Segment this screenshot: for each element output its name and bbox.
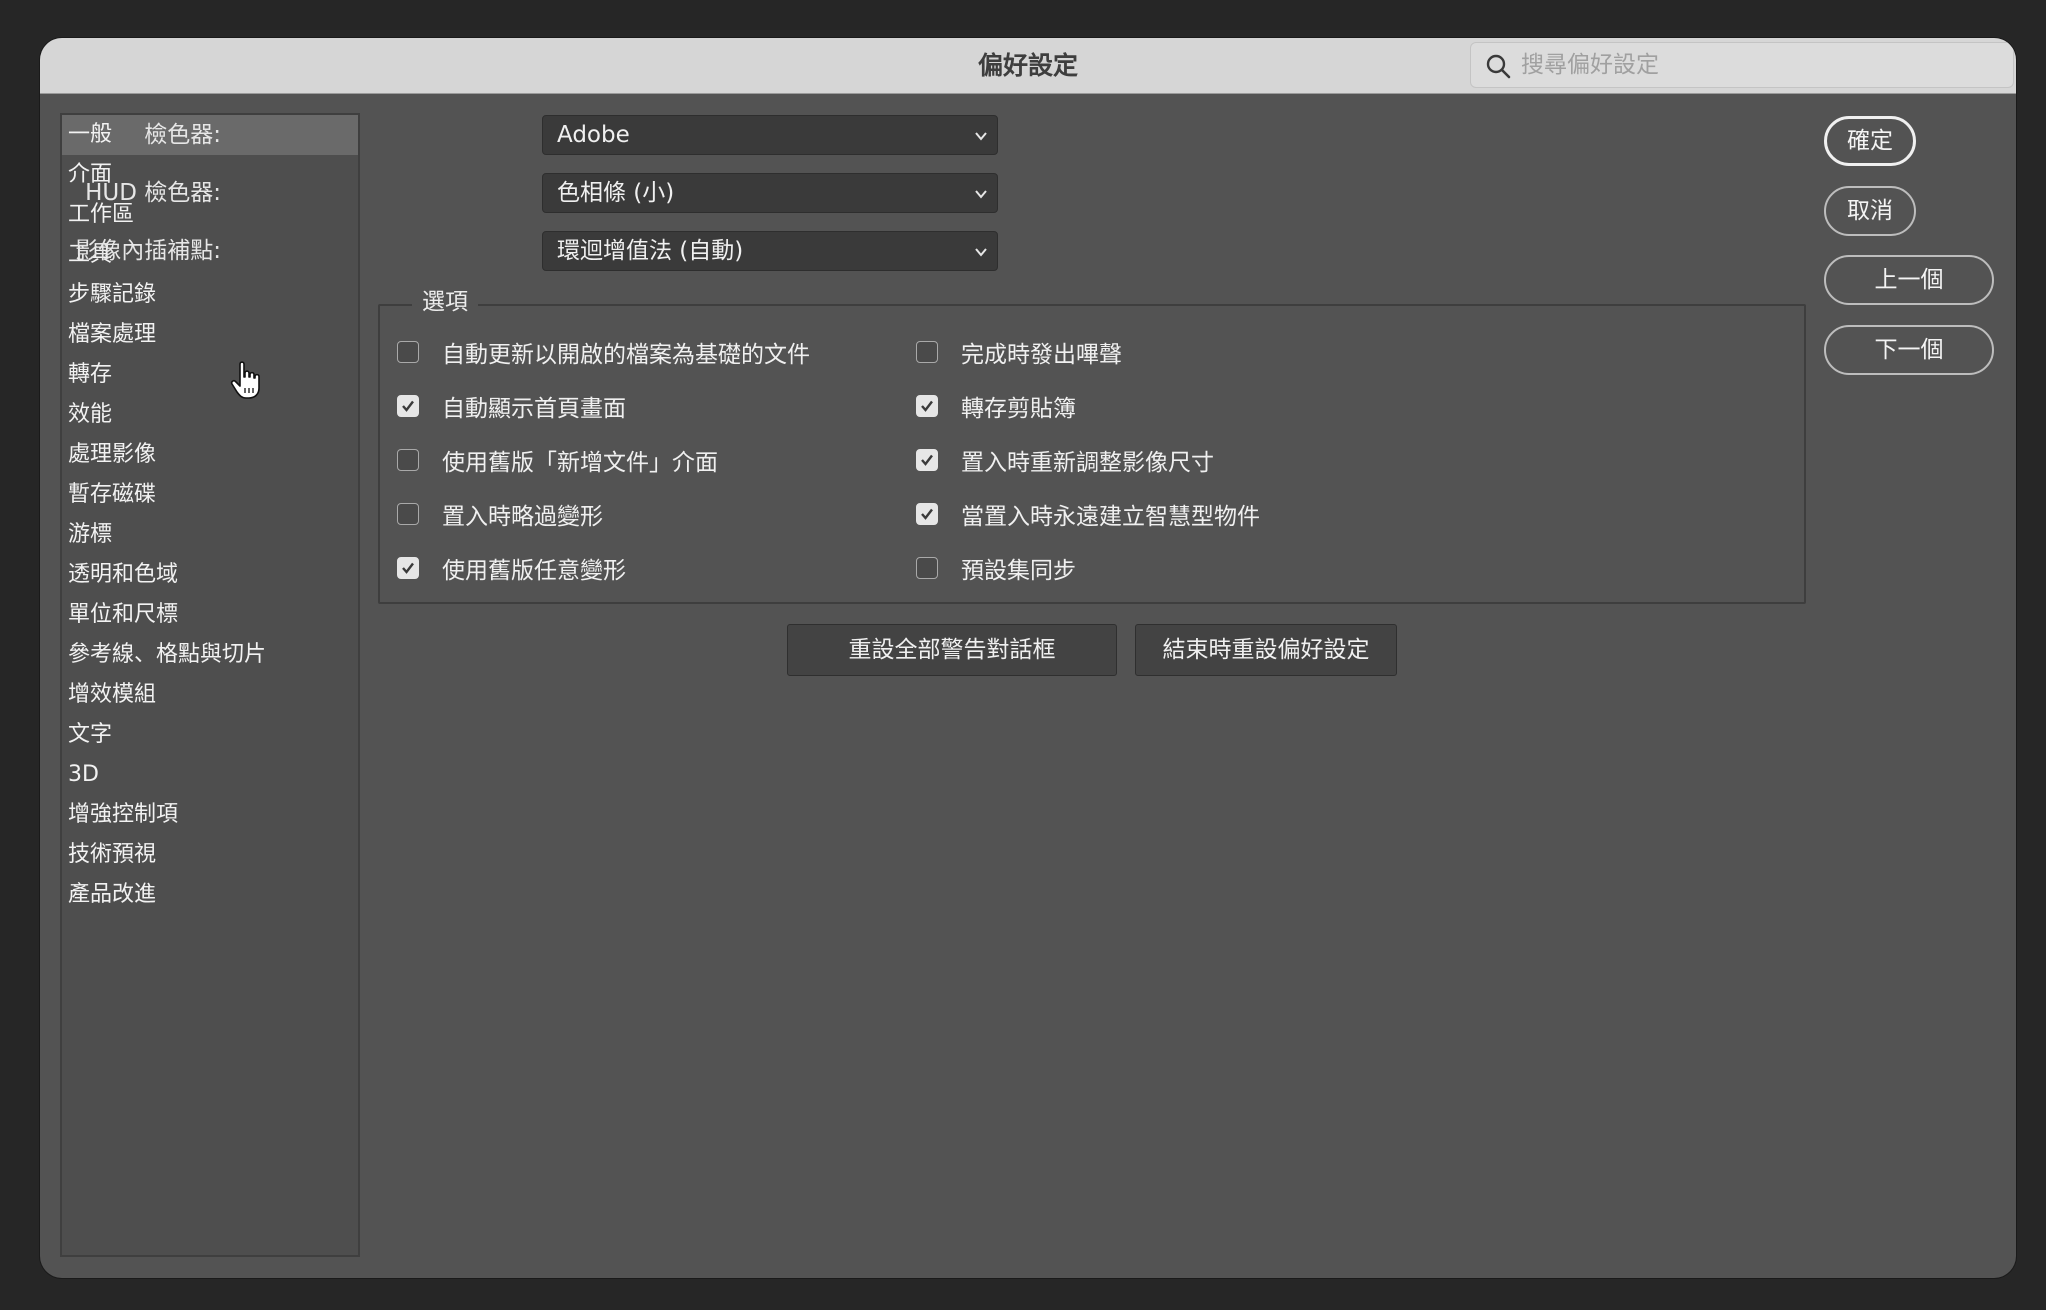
- sidebar-item-performance[interactable]: 效能: [62, 395, 358, 435]
- chevron-down-icon: [975, 132, 987, 141]
- checkbox-label: 預設集同步: [961, 558, 1076, 584]
- option-auto-show-home-screen[interactable]: 自動顯示首頁畫面: [397, 388, 626, 424]
- next-button[interactable]: 下一個: [1824, 325, 1994, 375]
- checkbox-label: 使用舊版任意變形: [442, 558, 626, 584]
- checkbox-label: 使用舊版「新增文件」介面: [442, 450, 718, 476]
- search-input[interactable]: [1521, 49, 1991, 81]
- checkbox-label: 置入時略過變形: [442, 504, 603, 530]
- checkbox-label: 自動更新以開啟的檔案為基礎的文件: [442, 342, 810, 368]
- cancel-button[interactable]: 取消: [1824, 186, 1916, 236]
- checkmark-icon: [921, 400, 933, 412]
- hud-color-picker-select[interactable]: 色相條 (小): [542, 173, 998, 213]
- option-legacy-free-transform[interactable]: 使用舊版任意變形: [397, 550, 626, 586]
- sidebar-item-transparency-gamut[interactable]: 透明和色域: [62, 555, 358, 595]
- checkbox[interactable]: [397, 503, 419, 525]
- ok-button[interactable]: 確定: [1824, 116, 1916, 166]
- hud-color-picker-label: HUD 檢色器:: [85, 180, 221, 206]
- checkbox[interactable]: [916, 341, 938, 363]
- checkmark-icon: [402, 400, 414, 412]
- option-skip-transform-when-placing[interactable]: 置入時略過變形: [397, 496, 603, 532]
- sidebar-item-history-log[interactable]: 步驟記錄: [62, 275, 358, 315]
- search-box[interactable]: [1470, 42, 2014, 88]
- checkbox[interactable]: [397, 341, 419, 363]
- hand-pointer-cursor-icon: [230, 361, 260, 399]
- previous-button[interactable]: 上一個: [1824, 255, 1994, 305]
- checkbox-label: 完成時發出嗶聲: [961, 342, 1122, 368]
- option-export-clipboard[interactable]: 轉存剪貼簿: [916, 388, 1076, 424]
- sidebar-item-image-processing[interactable]: 處理影像: [62, 435, 358, 475]
- option-beep-when-done[interactable]: 完成時發出嗶聲: [916, 334, 1122, 370]
- search-icon: [1486, 54, 1511, 79]
- color-picker-select[interactable]: Adobe: [542, 115, 998, 155]
- hud-color-picker-value: 色相條 (小): [557, 180, 675, 206]
- checkbox[interactable]: [397, 449, 419, 471]
- checkbox[interactable]: [916, 557, 938, 579]
- checkbox[interactable]: [397, 557, 419, 579]
- sidebar-item-export[interactable]: 轉存: [62, 355, 358, 395]
- sidebar-item-3d[interactable]: 3D: [62, 755, 358, 795]
- checkmark-icon: [921, 508, 933, 520]
- option-preset-sync[interactable]: 預設集同步: [916, 550, 1076, 586]
- option-legacy-new-document-interface[interactable]: 使用舊版「新增文件」介面: [397, 442, 718, 478]
- checkbox[interactable]: [916, 503, 938, 525]
- chevron-down-icon: [975, 248, 987, 257]
- sidebar-item-scratch-disks[interactable]: 暫存磁碟: [62, 475, 358, 515]
- color-picker-label: 檢色器:: [144, 122, 221, 148]
- category-sidebar: 一般 介面 工作區 工具 步驟記錄 檔案處理 轉存 效能 處理影像 暫存磁碟 游…: [60, 113, 360, 1257]
- checkbox-label: 自動顯示首頁畫面: [442, 396, 626, 422]
- checkbox[interactable]: [916, 449, 938, 471]
- checkbox-label: 轉存剪貼簿: [961, 396, 1076, 422]
- checkbox[interactable]: [397, 395, 419, 417]
- option-always-create-smart-objects[interactable]: 當置入時永遠建立智慧型物件: [916, 496, 1260, 532]
- checkbox-label: 當置入時永遠建立智慧型物件: [961, 504, 1260, 530]
- title-bar: 偏好設定: [40, 38, 2016, 94]
- sidebar-item-product-improvement[interactable]: 產品改進: [62, 875, 358, 915]
- image-interpolation-label: 影像內插補點:: [75, 238, 221, 264]
- sidebar-item-plugins[interactable]: 增效模組: [62, 675, 358, 715]
- reset-all-warnings-button[interactable]: 重設全部警告對話框: [787, 624, 1117, 676]
- sidebar-item-guides-grid-slices[interactable]: 參考線、格點與切片: [62, 635, 358, 675]
- checkbox[interactable]: [916, 395, 938, 417]
- preferences-window: 偏好設定 一般 介面 工作區 工具 步驟記錄 檔案處理 轉存 效能 處理影像 暫…: [40, 38, 2016, 1278]
- options-group-title: 選項: [412, 284, 478, 320]
- chevron-down-icon: [975, 190, 987, 199]
- checkbox-label: 置入時重新調整影像尺寸: [961, 450, 1214, 476]
- sidebar-item-cursors[interactable]: 游標: [62, 515, 358, 555]
- checkmark-icon: [402, 562, 414, 574]
- color-picker-value: Adobe: [557, 122, 630, 148]
- option-resize-image-during-place[interactable]: 置入時重新調整影像尺寸: [916, 442, 1214, 478]
- sidebar-item-type[interactable]: 文字: [62, 715, 358, 755]
- image-interpolation-select[interactable]: 環迴增值法 (自動): [542, 231, 998, 271]
- sidebar-item-technology-previews[interactable]: 技術預視: [62, 835, 358, 875]
- sidebar-item-file-handling[interactable]: 檔案處理: [62, 315, 358, 355]
- sidebar-item-enhanced-controls[interactable]: 增強控制項: [62, 795, 358, 835]
- checkmark-icon: [921, 454, 933, 466]
- image-interpolation-value: 環迴增值法 (自動): [557, 238, 744, 264]
- reset-preferences-on-quit-button[interactable]: 結束時重設偏好設定: [1135, 624, 1397, 676]
- sidebar-item-units-rulers[interactable]: 單位和尺標: [62, 595, 358, 635]
- option-auto-update-open-documents[interactable]: 自動更新以開啟的檔案為基礎的文件: [397, 334, 810, 370]
